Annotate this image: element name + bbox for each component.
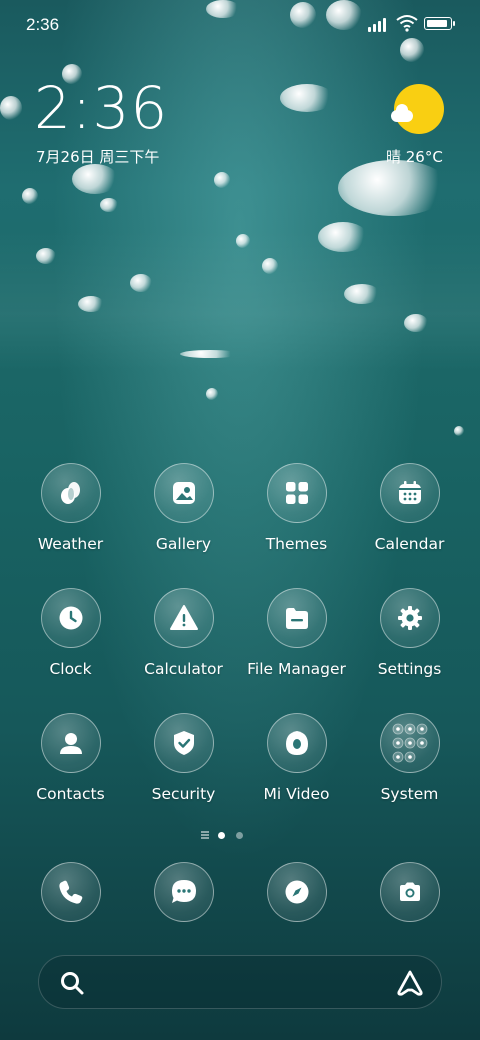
mi-video-icon — [266, 713, 327, 773]
app-system[interactable]: System — [353, 713, 466, 803]
app-label: Clock — [49, 660, 92, 678]
app-security[interactable]: Security — [127, 713, 240, 803]
file-manager-icon — [266, 588, 327, 648]
app-gallery[interactable]: Gallery — [127, 463, 240, 553]
app-label: Mi Video — [263, 785, 330, 803]
status-bar: 2:36 — [0, 0, 480, 50]
themes-icon — [266, 463, 327, 523]
calculator-icon — [153, 588, 214, 648]
contacts-icon — [40, 713, 101, 773]
dock-phone-button[interactable] — [14, 862, 127, 922]
app-calendar[interactable]: Calendar — [353, 463, 466, 553]
calendar-icon — [379, 463, 440, 523]
search-bar[interactable] — [38, 955, 442, 1009]
app-calculator[interactable]: Calculator — [127, 588, 240, 678]
security-icon — [153, 713, 214, 773]
assistant-icon[interactable] — [395, 969, 425, 997]
battery-icon — [424, 17, 455, 30]
dock-messages-button[interactable] — [127, 862, 240, 922]
status-time: 2:36 — [26, 15, 60, 34]
app-label: Contacts — [36, 785, 105, 803]
app-label: Themes — [265, 535, 328, 553]
app-label: Calculator — [144, 660, 223, 678]
gallery-icon — [153, 463, 214, 523]
app-label: Security — [151, 785, 216, 803]
weather-widget-text: 晴 26°C — [386, 148, 443, 166]
messages-icon — [153, 862, 214, 922]
phone-icon — [40, 862, 101, 922]
app-themes[interactable]: Themes — [240, 463, 353, 553]
app-settings[interactable]: Settings — [353, 588, 466, 678]
app-clock[interactable]: Clock — [14, 588, 127, 678]
clock-widget-time[interactable]: 2:36 — [34, 78, 168, 138]
app-label: System — [380, 785, 439, 803]
camera-icon — [379, 862, 440, 922]
app-label: File Manager — [247, 660, 346, 678]
app-file-manager[interactable]: File Manager — [240, 588, 353, 678]
app-label: Gallery — [155, 535, 212, 553]
app-label: Settings — [377, 660, 442, 678]
weather-widget[interactable]: 晴 26°C — [386, 84, 452, 174]
dock-browser-button[interactable] — [240, 862, 353, 922]
settings-icon — [379, 588, 440, 648]
page-indicator[interactable] — [0, 830, 480, 842]
app-contacts[interactable]: Contacts — [14, 713, 127, 803]
system-folder-icon — [379, 713, 440, 773]
app-label: Calendar — [374, 535, 445, 553]
search-icon — [61, 972, 84, 995]
app-weather[interactable]: Weather — [14, 463, 127, 553]
clock-widget-date[interactable]: 7月26日 周三下午 — [36, 146, 159, 167]
app-mi-video[interactable]: Mi Video — [240, 713, 353, 803]
wifi-icon — [396, 15, 418, 32]
page-dot — [236, 832, 243, 839]
browser-icon — [266, 862, 327, 922]
app-label: Weather — [37, 535, 104, 553]
signal-icon — [368, 16, 390, 32]
clock-icon — [40, 588, 101, 648]
page-dot-active — [218, 832, 225, 839]
app-drawer-indicator — [201, 831, 209, 839]
dock-camera-button[interactable] — [353, 862, 466, 922]
battery-fill — [426, 19, 447, 27]
wallpaper-wave — [0, 230, 480, 370]
weather-icon — [40, 463, 101, 523]
cloud-icon — [391, 104, 413, 122]
